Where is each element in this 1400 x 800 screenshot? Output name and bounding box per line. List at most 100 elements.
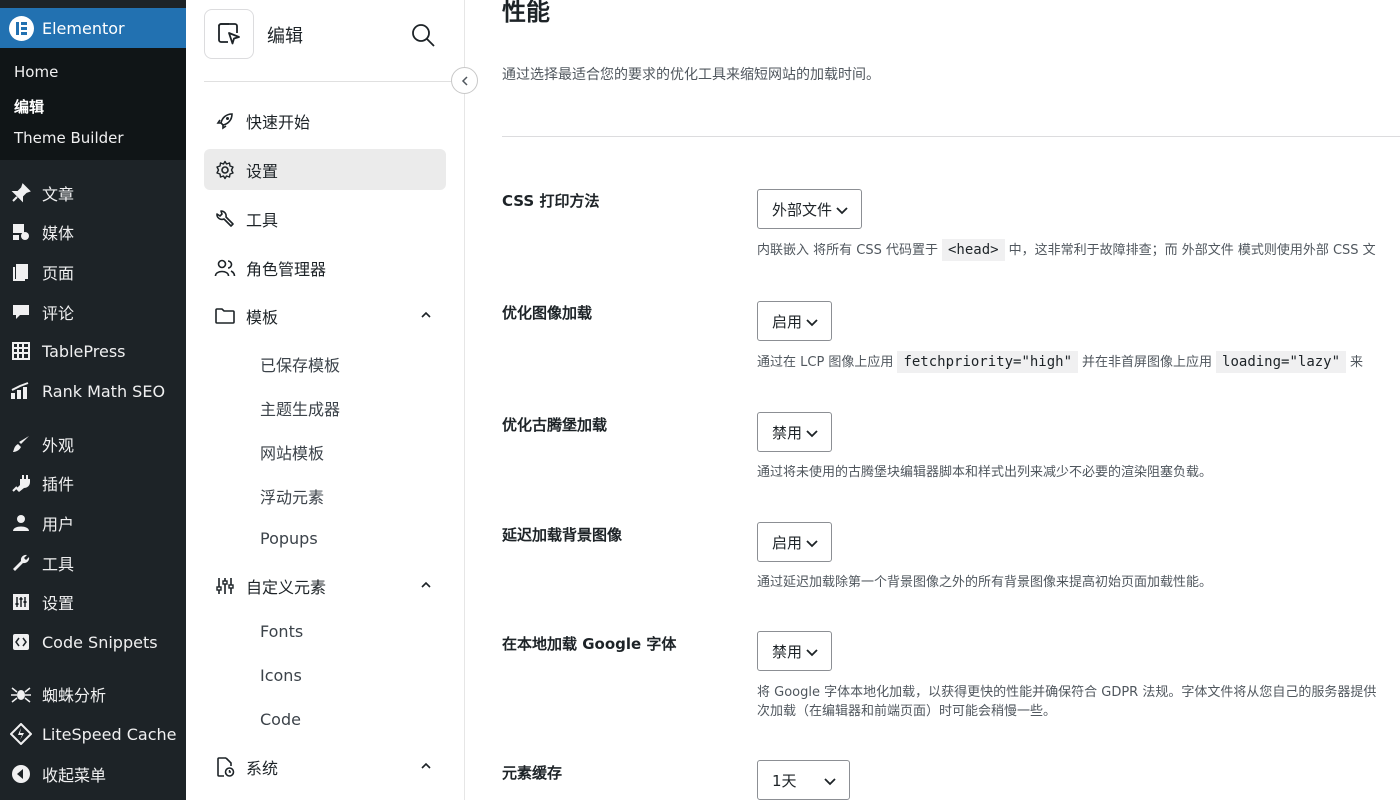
menu-item-label: 设置 <box>42 594 75 613</box>
menu-item-spider[interactable]: 蜘蛛分析 <box>0 677 186 711</box>
code-icon <box>10 631 32 653</box>
code-loading-lazy: loading="lazy" <box>1216 351 1347 373</box>
chart-icon <box>10 380 32 402</box>
comment-icon <box>10 301 32 323</box>
nav-fonts[interactable]: Fonts <box>260 622 303 641</box>
nav-theme-builder[interactable]: 主题生成器 <box>260 396 340 420</box>
menu-item-tablepress[interactable]: TablePress <box>0 334 186 368</box>
setting-label-image-loading: 优化图像加载 <box>502 304 593 322</box>
chevron-up-icon[interactable] <box>418 758 434 774</box>
menu-item-settings[interactable]: 设置 <box>0 585 186 619</box>
chevron-down-icon <box>805 536 819 550</box>
submenu-edit[interactable]: 编辑 <box>14 96 44 117</box>
nav-custom-elements[interactable]: 自定义元素 <box>204 565 446 606</box>
sliders-icon <box>214 575 236 597</box>
nav-settings[interactable]: 设置 <box>204 149 446 190</box>
nav-popups[interactable]: Popups <box>260 529 318 548</box>
menu-item-users[interactable]: 用户 <box>0 506 186 540</box>
chevron-down-icon <box>805 426 819 440</box>
cursor-square-icon <box>218 23 240 45</box>
submenu-home[interactable]: Home <box>14 63 58 81</box>
nav-label: 系统 <box>246 758 279 778</box>
select-value: 禁用 <box>772 423 803 442</box>
menu-item-label: Code Snippets <box>42 632 158 652</box>
submenu-theme-builder[interactable]: Theme Builder <box>14 129 124 147</box>
image-loading-select[interactable]: 启用 <box>757 301 832 341</box>
chevron-down-icon <box>835 203 849 217</box>
setting-label-element-cache: 元素缓存 <box>502 764 563 782</box>
panel-title: 编辑 <box>267 26 303 47</box>
css-print-method-select[interactable]: 外部文件 <box>757 189 862 229</box>
nav-saved-templates[interactable]: 已保存模板 <box>260 352 340 376</box>
lazy-background-select[interactable]: 启用 <box>757 522 832 562</box>
menu-item-label: 外观 <box>42 436 75 455</box>
diamond-icon <box>10 723 32 745</box>
help-css-print: 内联嵌入 将所有 CSS 代码置于 <head> 中，这非常利于故障排查；而 外部文… <box>757 239 1376 261</box>
chevron-left-icon <box>461 75 468 86</box>
menu-item-elementor-label: Elementor <box>42 18 125 38</box>
setting-label-css-print: CSS 打印方法 <box>502 192 600 210</box>
menu-item-label: 媒体 <box>42 224 75 243</box>
panel-divider <box>204 81 464 82</box>
sliders-icon <box>10 591 32 613</box>
nav-tools[interactable]: 工具 <box>204 198 446 239</box>
settings-main: 性能 通过选择最适合您的要求的优化工具来缩短网站的加载时间。 CSS 打印方法 … <box>466 0 1400 800</box>
gutenberg-loading-select[interactable]: 禁用 <box>757 412 832 452</box>
menu-item-label: 页面 <box>42 264 75 283</box>
nav-icons[interactable]: Icons <box>260 666 302 685</box>
nav-quick-start[interactable]: 快速开始 <box>204 100 446 141</box>
menu-item-litespeed[interactable]: LiteSpeed Cache <box>0 717 186 751</box>
collapse-panel-button[interactable] <box>451 67 478 94</box>
menu-item-label: 工具 <box>42 555 75 574</box>
collapse-icon <box>10 763 32 785</box>
nav-label: 快速开始 <box>246 112 311 132</box>
nav-templates[interactable]: 模板 <box>204 295 446 336</box>
users-icon <box>214 257 236 279</box>
menu-item-label: LiteSpeed Cache <box>42 724 177 744</box>
menu-item-rank-math[interactable]: Rank Math SEO <box>0 374 186 408</box>
menu-item-label: 文章 <box>42 185 75 204</box>
nav-floating-elements[interactable]: 浮动元素 <box>260 484 324 508</box>
nav-system[interactable]: 系统 <box>204 746 446 787</box>
google-fonts-select[interactable]: 禁用 <box>757 631 832 671</box>
search-icon[interactable] <box>410 22 436 48</box>
menu-item-label: 评论 <box>42 304 75 323</box>
section-divider <box>502 136 1400 137</box>
collapse-menu-button[interactable]: 收起菜单 <box>0 757 186 791</box>
nav-code[interactable]: Code <box>260 710 301 729</box>
menu-item-label: 插件 <box>42 475 75 494</box>
menu-item-elementor[interactable]: Elementor <box>0 8 186 48</box>
system-icon <box>214 756 236 778</box>
nav-label: 工具 <box>246 210 279 230</box>
menu-item-tools[interactable]: 工具 <box>0 546 186 580</box>
menu-item-posts[interactable]: 文章 <box>0 176 186 210</box>
brush-icon <box>10 433 32 455</box>
wrench-icon <box>214 208 236 230</box>
code-head: <head> <box>941 239 1005 261</box>
element-cache-select[interactable]: 1天 <box>757 760 850 800</box>
setting-label-gutenberg: 优化古腾堡加载 <box>502 416 608 434</box>
menu-item-label: 蜘蛛分析 <box>42 686 107 705</box>
menu-item-appearance[interactable]: 外观 <box>0 427 186 461</box>
nav-label: 自定义元素 <box>246 577 327 597</box>
menu-item-plugins[interactable]: 插件 <box>0 466 186 500</box>
gear-icon <box>214 159 236 181</box>
page-title: 性能 <box>502 0 550 26</box>
chevron-up-icon[interactable] <box>418 307 434 323</box>
menu-item-pages[interactable]: 页面 <box>0 255 186 289</box>
menu-item-comments[interactable]: 评论 <box>0 295 186 329</box>
menu-item-media[interactable]: 媒体 <box>0 215 186 249</box>
nav-website-templates[interactable]: 网站模板 <box>260 440 324 464</box>
select-value: 1天 <box>772 771 797 790</box>
menu-item-label: 用户 <box>42 515 75 534</box>
elementor-edit-logo <box>204 9 254 59</box>
nav-role-manager[interactable]: 角色管理器 <box>204 247 446 288</box>
menu-item-code-snippets[interactable]: Code Snippets <box>0 625 186 659</box>
menu-item-label: Rank Math SEO <box>42 381 166 401</box>
page-description: 通过选择最适合您的要求的优化工具来缩短网站的加载时间。 <box>502 67 880 83</box>
select-value: 启用 <box>772 312 803 331</box>
nav-label: 设置 <box>246 161 279 181</box>
help-image-loading: 通过在 LCP 图像上应用 fetchpriority="high" 并在非首屏图像… <box>757 351 1363 373</box>
chevron-up-icon[interactable] <box>418 577 434 593</box>
select-value: 外部文件 <box>772 200 833 219</box>
